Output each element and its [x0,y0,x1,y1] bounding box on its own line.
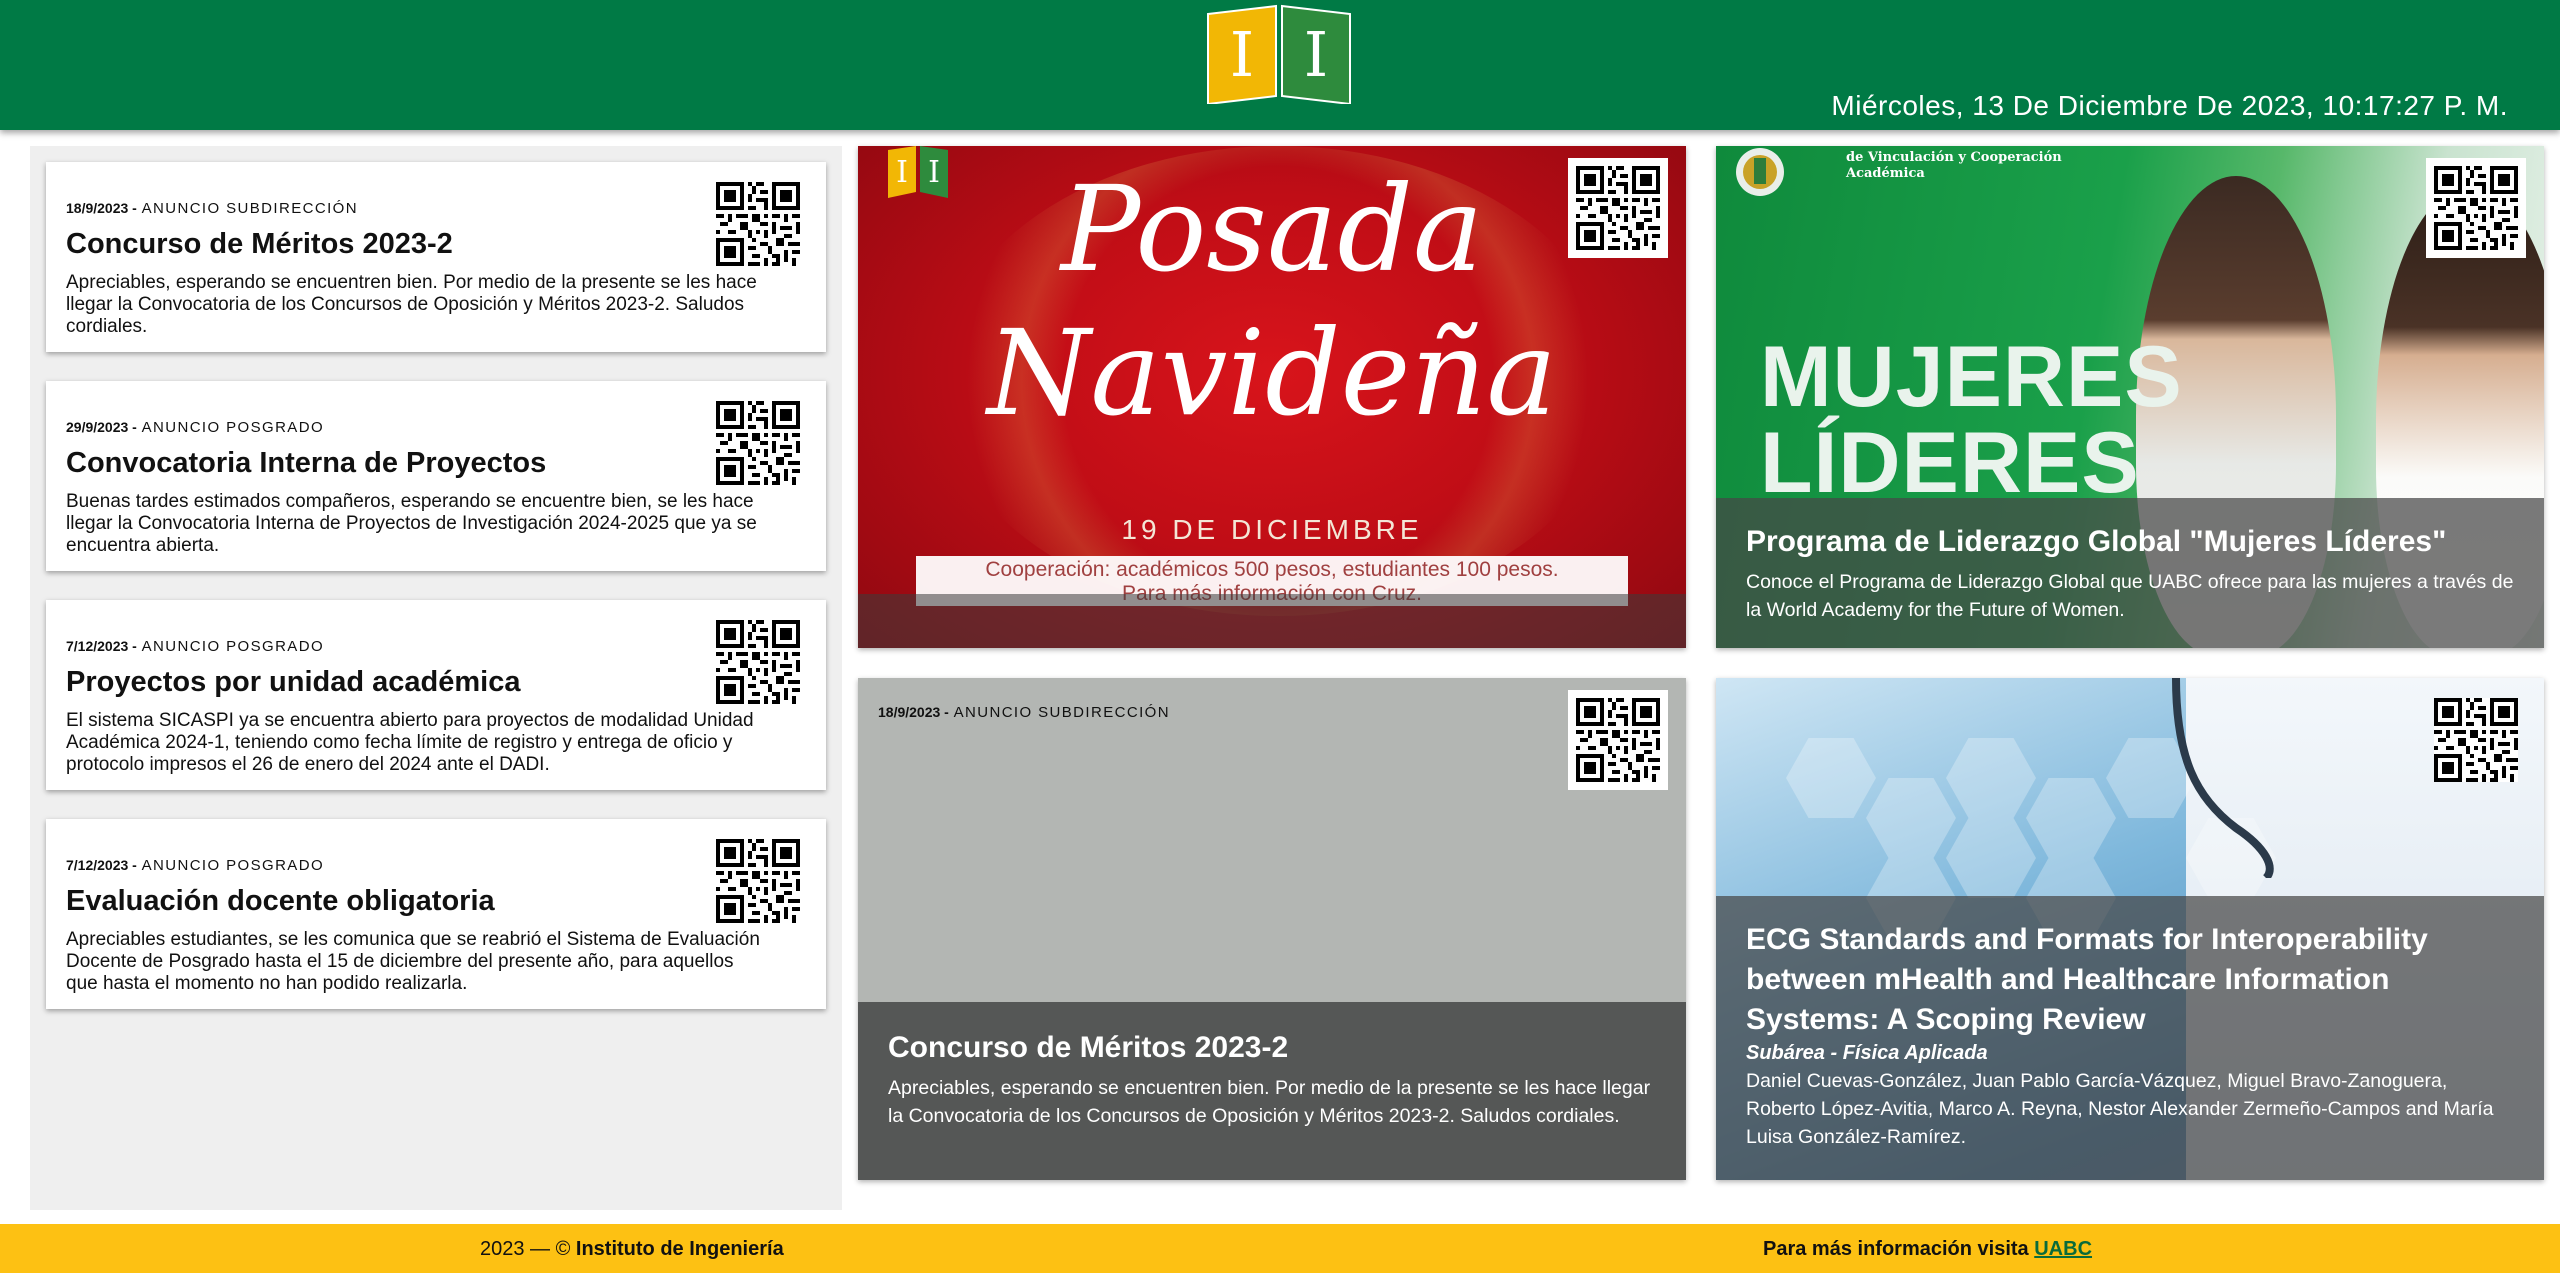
mujeres-header-line2: Académica [1846,166,1925,181]
announcement-body: Apreciables estudiantes, se les comunica… [66,929,760,994]
mujeres-caption: Programa de Liderazgo Global "Mujeres Lí… [1716,498,2544,648]
qr-code-icon [716,620,800,704]
announcement-date: 18/9/2023 - [66,200,137,216]
qr-code-icon [2434,166,2518,250]
concurso-title: Concurso de Méritos 2023-2 [888,1031,1289,1064]
qr-code-icon [2434,698,2518,782]
mujeres-header-line1: de Vinculación y Cooperación [1846,150,2062,165]
hexagon-decoration [1946,818,2036,898]
hexagon-decoration [1786,738,1876,818]
qr-code-frame [2426,690,2526,790]
hexagon-decoration [1866,778,1956,858]
ecg-article-tile[interactable]: ECG Standards and Formats for Interopera… [1716,678,2544,1180]
mujeres-body: Conoce el Programa de Liderazgo Global q… [1746,571,2514,621]
announcement-meta: 18/9/2023 - ANUNCIO SUBDIRECCIÓN [66,200,358,217]
announcement-meta: 7/12/2023 - ANUNCIO POSGRADO [66,638,324,655]
mujeres-big-line1: MUJERES [1760,329,2183,425]
qr-code-icon [1576,698,1660,782]
posada-date: 19 DE DICIEMBRE [1121,514,1423,545]
institute-logo-icon: I I [1207,4,1351,104]
stethoscope-icon [2172,678,2274,878]
mujeres-title: Programa de Liderazgo Global "Mujeres Lí… [1746,525,2447,558]
ecg-title: ECG Standards and Formats for Interopera… [1746,923,2428,1036]
announcement-meta: 7/12/2023 - ANUNCIO POSGRADO [66,857,324,874]
announcement-date: 7/12/2023 - [66,857,137,873]
announcement-category: ANUNCIO SUBDIRECCIÓN [141,200,358,217]
ecg-authors: Daniel Cuevas-González, Juan Pablo Garcí… [1746,1070,2494,1148]
more-info-text: Para más información visita [1763,1238,2029,1260]
announcement-title: Convocatoria Interna de Proyectos [66,447,547,479]
concurso-category: ANUNCIO SUBDIRECCIÓN [953,704,1170,721]
ecg-caption: ECG Standards and Formats for Interopera… [1716,896,2544,1180]
institute-name: Instituto de Ingeniería [575,1238,784,1260]
qr-code-frame [1568,158,1668,258]
hexagon-decoration [1946,738,2036,818]
page-footer: 2023 — © Instituto de Ingeniería Para má… [0,1224,2560,1273]
mujeres-big-line2: LÍDERES [1760,415,2140,511]
announcement-title: Concurso de Méritos 2023-2 [66,228,453,260]
announcement-title: Evaluación docente obligatoria [66,885,495,917]
uabc-link[interactable]: UABC [2034,1238,2092,1260]
concurso-meta: 18/9/2023 - ANUNCIO SUBDIRECCIÓN [878,704,1170,721]
announcement-body: Buenas tardes estimados compañeros, espe… [66,491,757,556]
announcement-card[interactable]: 7/12/2023 - ANUNCIO POSGRADO Evaluación … [46,819,826,1009]
announcement-body: El sistema SICASPI ya se encuentra abier… [66,710,754,775]
svg-text:I: I [1230,18,1255,91]
announcement-category: ANUNCIO POSGRADO [141,638,325,655]
posada-navidena-tile[interactable]: I I Posada Navideña 19 DE DICIEMBRE Coop… [858,146,1686,648]
announcement-meta: 29/9/2023 - ANUNCIO POSGRADO [66,419,324,436]
mujeres-header: de Vinculación y Cooperación Académica [1846,150,2062,182]
posada-title-line1: Posada [1060,160,1484,298]
posada-info-line1: Cooperación: académicos 500 pesos, estud… [985,558,1559,581]
announcements-panel: 18/9/2023 - ANUNCIO SUBDIRECCIÓN Concurs… [30,146,842,1210]
mujeres-big-title: MUJERES LÍDERES [1760,334,2183,506]
announcement-card[interactable]: 29/9/2023 - ANUNCIO POSGRADO Convocatori… [46,381,826,571]
mujeres-lideres-tile[interactable]: de Vinculación y Cooperación Académica M… [1716,146,2544,648]
posada-title-line2: Navideña [987,304,1557,442]
announcement-body: Apreciables, esperando se encuentren bie… [66,272,757,337]
ecg-subarea: Subárea - Física Aplicada [1746,1042,1988,1064]
qr-code-frame [2426,158,2526,258]
announcement-card[interactable]: 18/9/2023 - ANUNCIO SUBDIRECCIÓN Concurs… [46,162,826,352]
qr-code-icon [1576,166,1660,250]
footer-copyright: 2023 — © Instituto de Ingeniería [480,1238,784,1261]
concurso-body: Apreciables, esperando se encuentren bie… [888,1077,1651,1127]
uabc-seal-icon [1736,148,1784,196]
top-header: I I Miércoles, 13 De Diciembre De 2023, … [0,0,2560,130]
announcement-title: Proyectos por unidad académica [66,666,521,698]
announcement-category: ANUNCIO POSGRADO [141,419,325,436]
footer-more-info: Para más información visita UABC [1763,1238,2092,1261]
copyright-prefix: 2023 — © [480,1238,571,1260]
qr-code-icon [716,182,800,266]
announcement-date: 29/9/2023 - [66,419,137,435]
current-datetime: Miércoles, 13 De Diciembre De 2023, 10:1… [1831,90,2508,121]
concurso-caption: Concurso de Méritos 2023-2 Apreciables, … [858,1002,1686,1180]
concurso-meritos-tile[interactable]: 18/9/2023 - ANUNCIO SUBDIRECCIÓN Concurs… [858,678,1686,1180]
announcement-category: ANUNCIO POSGRADO [141,857,325,874]
qr-code-icon [716,839,800,923]
qr-code-icon [716,401,800,485]
announcement-date: 7/12/2023 - [66,638,137,654]
concurso-date: 18/9/2023 - [878,704,949,720]
announcement-card[interactable]: 7/12/2023 - ANUNCIO POSGRADO Proyectos p… [46,600,826,790]
svg-text:I: I [1304,18,1329,91]
qr-code-frame [1568,690,1668,790]
posada-caption-bar [858,594,1686,648]
hexagon-decoration [2026,778,2116,858]
